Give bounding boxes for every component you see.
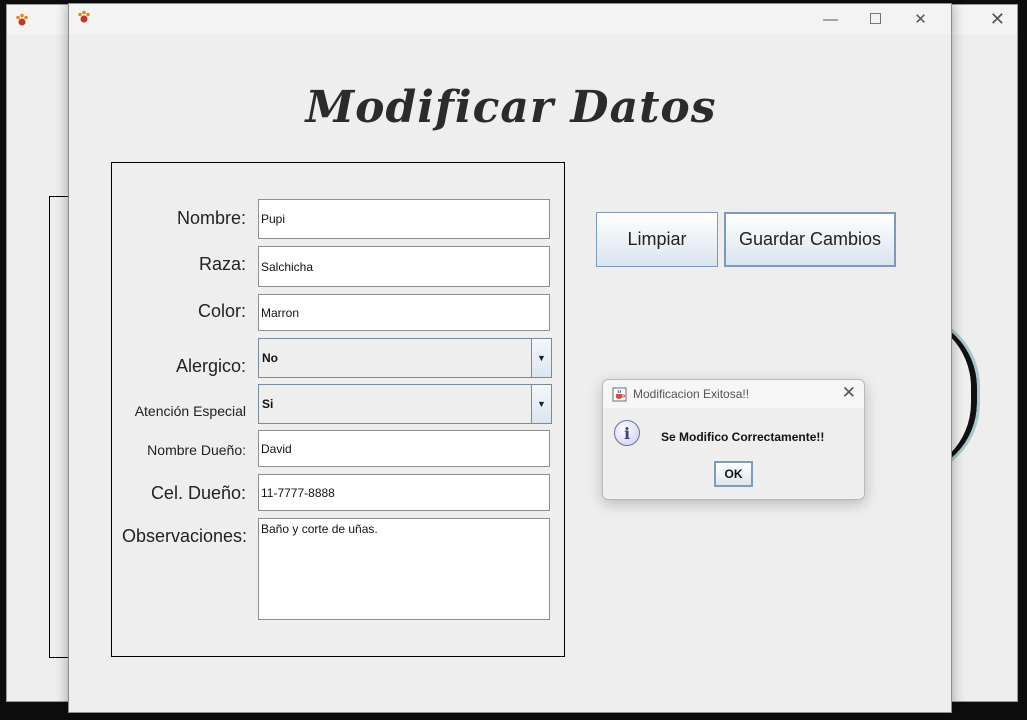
info-icon: i (614, 420, 640, 446)
alergico-dropdown[interactable]: No ▼ (258, 338, 552, 378)
page-title: Modificar Datos (305, 82, 717, 133)
background-close-icon[interactable]: ✕ (990, 9, 1005, 30)
minimize-icon[interactable]: — (808, 7, 853, 31)
cel-field[interactable]: 11-7777-8888 (258, 474, 550, 511)
alergico-value: No (262, 351, 278, 365)
chevron-down-icon[interactable]: ▼ (531, 339, 551, 377)
ok-button[interactable]: OK (714, 461, 753, 487)
maximize-icon[interactable]: ☐ (853, 7, 898, 31)
nombre-label: Nombre: (176, 208, 246, 228)
chevron-down-icon[interactable]: ▼ (531, 385, 551, 423)
color-field[interactable]: Marron (258, 294, 550, 331)
dialog-message: Se Modifico Correctamente!! (661, 430, 825, 444)
cel-label: Cel. Dueño: (150, 483, 246, 503)
success-dialog: Modificacion Exitosa!! ✕ i Se Modifico C… (602, 379, 865, 500)
titlebar: — ☐ ✕ (69, 4, 951, 34)
dialog-close-icon[interactable]: ✕ (842, 383, 856, 403)
dialog-title: Modificacion Exitosa!! (633, 387, 750, 401)
dialog-titlebar: Modificacion Exitosa!! ✕ (603, 380, 864, 408)
alergico-label: Alergico: (175, 356, 246, 376)
modify-data-window: — ☐ ✕ Modificar Datos Nombre: Pupi Raza:… (68, 3, 952, 713)
dueno-label: Nombre Dueño: (147, 442, 246, 458)
nombre-field[interactable]: Pupi (258, 199, 550, 239)
atencion-dropdown[interactable]: Si ▼ (258, 384, 552, 424)
paw-icon (77, 10, 91, 29)
atencion-label: Atención Especial (134, 403, 246, 419)
limpiar-button[interactable]: Limpiar (596, 212, 718, 267)
observaciones-textarea[interactable]: Baño y corte de uñas. (258, 518, 550, 620)
dueno-field[interactable]: David (258, 430, 550, 467)
color-label: Color: (197, 301, 246, 321)
observaciones-label: Observaciones: (122, 526, 248, 546)
close-icon[interactable]: ✕ (898, 7, 943, 31)
guardar-cambios-button[interactable]: Guardar Cambios (724, 212, 896, 267)
raza-field[interactable]: Salchicha (258, 246, 550, 287)
java-cup-icon (612, 387, 627, 407)
raza-label: Raza: (198, 254, 246, 274)
atencion-value: Si (262, 397, 274, 411)
pet-form-panel: Nombre: Pupi Raza: Salchicha Color: Marr… (111, 162, 565, 657)
paw-icon (15, 13, 29, 32)
